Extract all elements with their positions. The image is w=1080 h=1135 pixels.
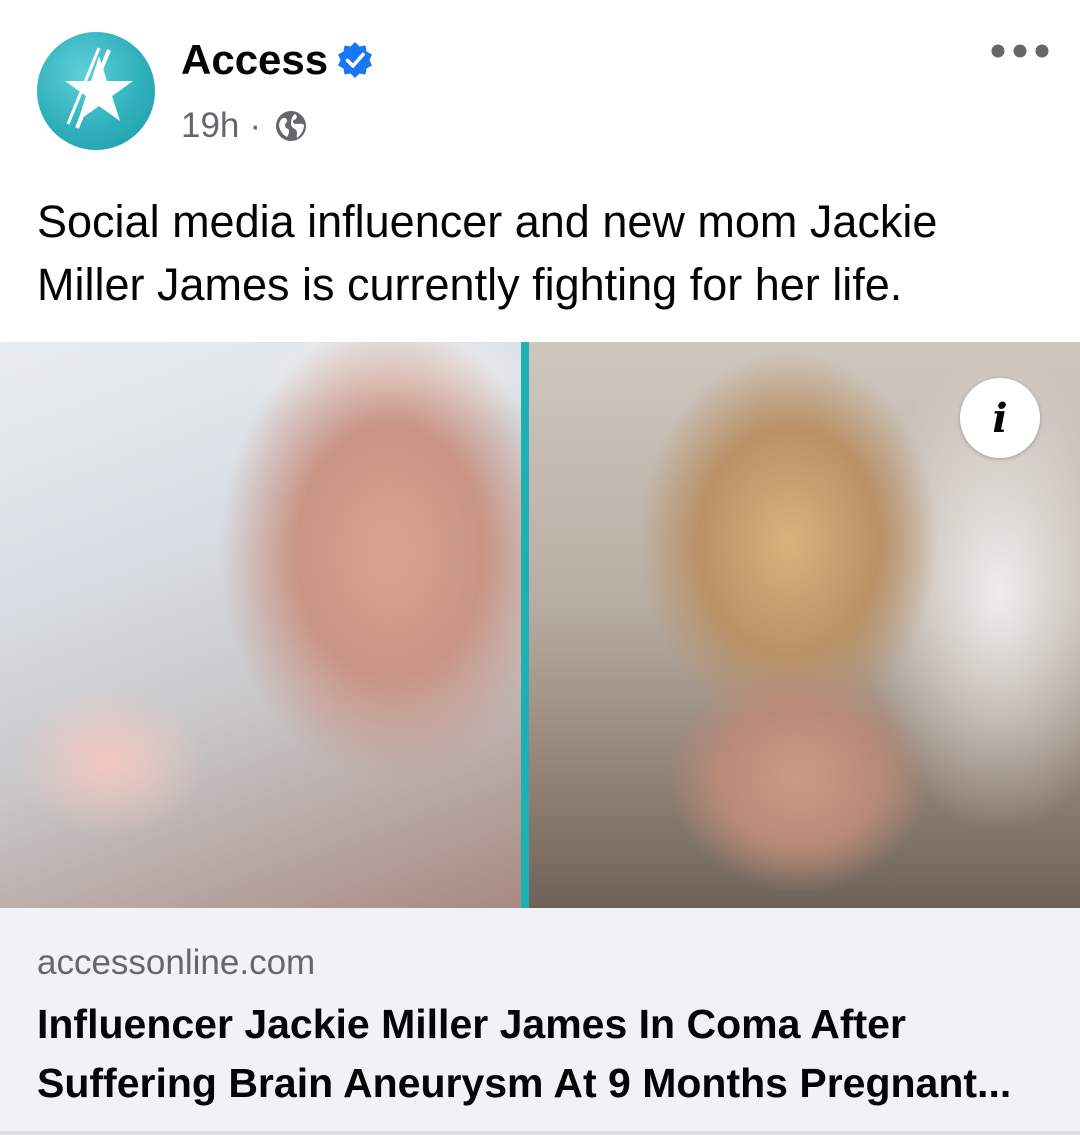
star-logo-icon xyxy=(65,47,133,129)
link-domain: accessonline.com xyxy=(37,943,316,982)
post-timestamp[interactable]: 19h xyxy=(181,106,239,146)
divider xyxy=(0,1131,1080,1135)
link-title[interactable]: Influencer Jackie Miller James In Coma A… xyxy=(37,995,1047,1113)
post-header: Access 19h · xyxy=(0,0,1080,170)
post-message: Social media influencer and new mom Jack… xyxy=(37,196,938,310)
verified-badge-icon xyxy=(338,42,372,78)
more-options-button[interactable] xyxy=(986,30,1054,72)
page-avatar[interactable] xyxy=(37,32,155,150)
hospital-photo xyxy=(0,342,521,908)
link-preview-image[interactable] xyxy=(0,342,1080,908)
more-options-icon xyxy=(991,44,1049,58)
post-meta: 19h · xyxy=(181,104,309,148)
globe-icon xyxy=(276,111,307,141)
page-name[interactable]: Access xyxy=(181,36,328,84)
meta-separator: · xyxy=(249,106,262,145)
image-divider xyxy=(521,342,529,908)
info-button[interactable]: i xyxy=(960,378,1040,458)
